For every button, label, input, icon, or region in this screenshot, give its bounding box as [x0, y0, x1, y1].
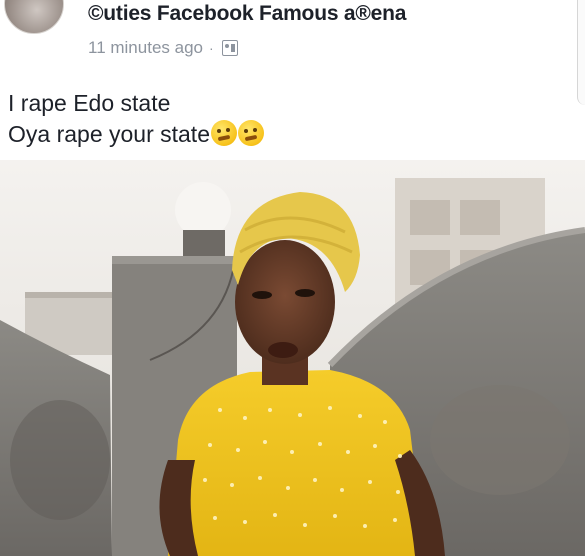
- facebook-post: ©uties Facebook Famous a®ena 11 minutes …: [0, 0, 585, 556]
- post-header: ©uties Facebook Famous a®ena 11 minutes …: [0, 0, 585, 70]
- audience-icon[interactable]: [221, 40, 238, 56]
- group-name-link[interactable]: ©uties Facebook Famous a®ena: [88, 2, 406, 26]
- group-avatar[interactable]: [4, 0, 64, 34]
- post-text-line-1: I rape Edo state: [8, 90, 171, 116]
- post-text: I rape Edo state Oya rape your state: [8, 88, 264, 150]
- post-timestamp[interactable]: 11 minutes ago: [88, 38, 203, 58]
- post-photo-image: [0, 160, 585, 556]
- post-meta: 11 minutes ago ·: [88, 37, 238, 59]
- meta-separator: ·: [208, 40, 214, 56]
- post-photo[interactable]: [0, 160, 585, 556]
- post-text-line-2: Oya rape your state: [8, 119, 264, 150]
- scrollbar-edge: [577, 0, 585, 105]
- hugging-face-emoji-icon: [238, 120, 264, 146]
- post-text-line-2-text: Oya rape your state: [8, 121, 210, 147]
- hugging-face-emoji-icon: [211, 120, 237, 146]
